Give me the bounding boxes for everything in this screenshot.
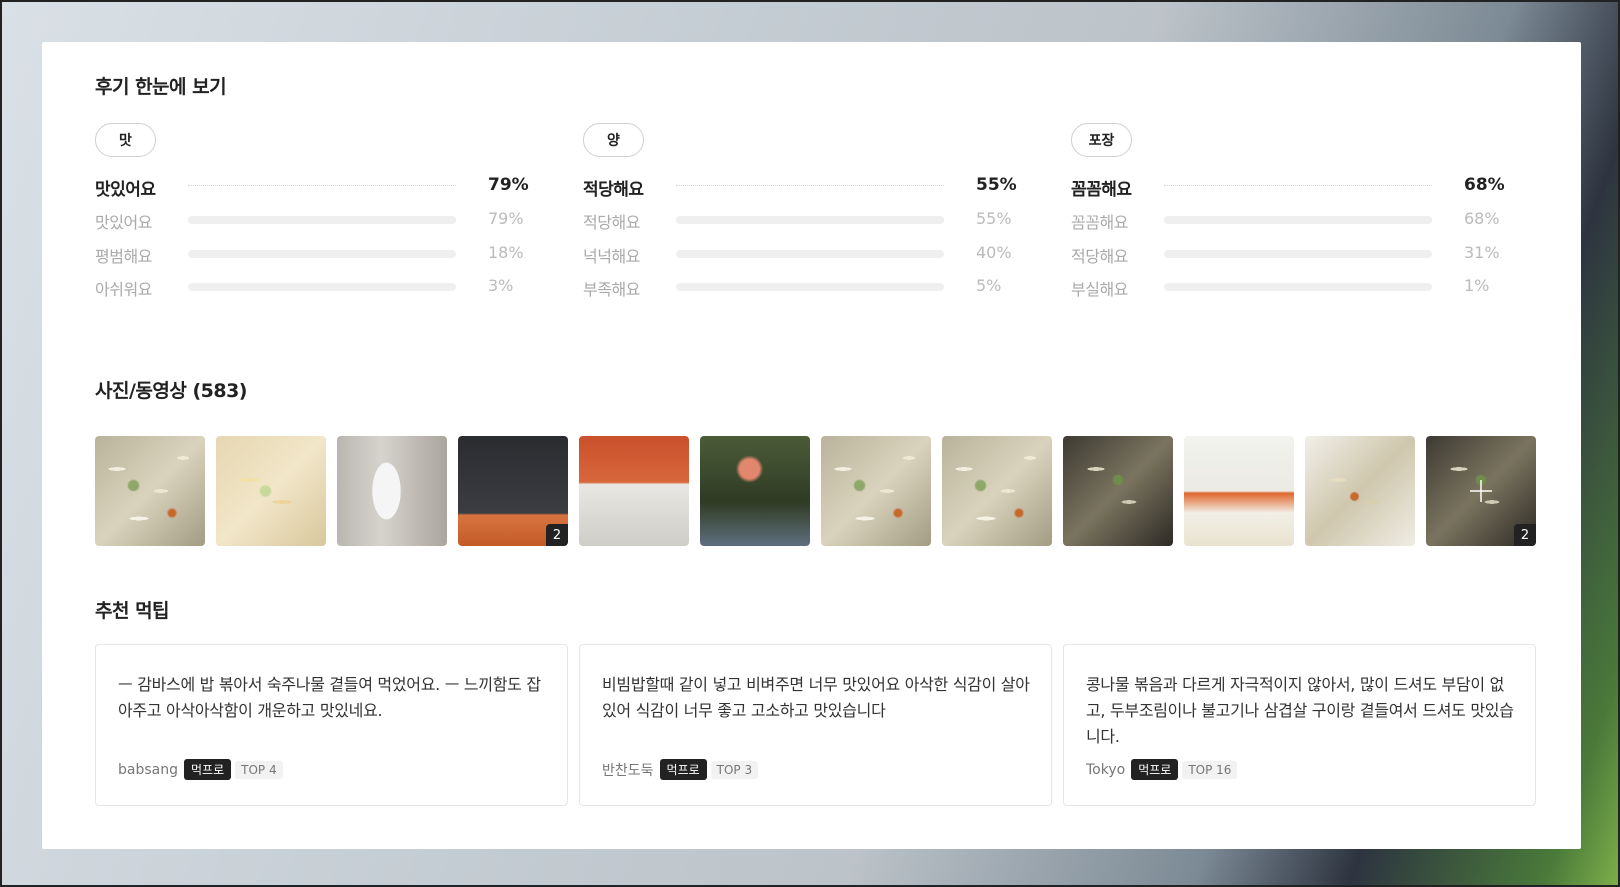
summary-row: 넉넉해요 40% — [583, 241, 1013, 266]
summary-col-taste: 맛 맛있어요 79% 맛있어요 79% 평범해요 18% 아쉬워요 3% — [95, 123, 529, 323]
pro-badge: 먹프로 — [659, 759, 707, 780]
summary-col-package: 포장 꼼꼼해요 68% 꼼꼼해요 68% 적당해요 31% 부실해요 1% — [1071, 123, 1505, 323]
summary-row: 평범해요 18% — [95, 241, 525, 266]
photo-count-badge: 2 — [546, 524, 568, 546]
summary-row-pct: 5% — [976, 276, 1002, 295]
rank-badge: TOP 16 — [1182, 760, 1238, 779]
summary-row: 맛있어요 79% — [95, 207, 525, 232]
summary-top-pct: 55% — [976, 175, 1017, 195]
photo-thumb[interactable] — [1184, 436, 1294, 546]
summary-top-label: 적당해요 — [583, 180, 644, 200]
summary-top-pct: 79% — [488, 175, 529, 195]
progress-track — [676, 250, 944, 258]
summary-row-label: 적당해요 — [583, 213, 640, 232]
tip-meta: 반찬도둑 먹프로 TOP 3 — [602, 759, 759, 780]
summary-row-pct: 1% — [1464, 276, 1490, 295]
summary-top-row: 적당해요 55% — [583, 173, 1017, 200]
rank-badge: TOP 4 — [235, 760, 283, 779]
summary-row: 아쉬워요 3% — [95, 274, 525, 299]
summary-row-label: 맛있어요 — [95, 213, 152, 232]
photo-thumb[interactable] — [1063, 436, 1173, 546]
summary-row: 부족해요 5% — [583, 274, 1013, 299]
tip-meta: babsang 먹프로 TOP 4 — [118, 759, 283, 780]
summary-top-label: 맛있어요 — [95, 180, 156, 200]
progress-track — [1164, 250, 1432, 258]
dotted-divider — [676, 185, 944, 186]
progress-track — [676, 283, 944, 291]
photo-thumb[interactable] — [1305, 436, 1415, 546]
pro-badge: 먹프로 — [1131, 759, 1179, 780]
tips-title: 추천 먹팁 — [95, 600, 170, 622]
photo-more-thumb[interactable]: 2 — [1426, 436, 1536, 546]
dotted-divider — [1164, 185, 1432, 186]
summary-row-label: 평범해요 — [95, 247, 152, 266]
photo-thumb[interactable]: 2 — [458, 436, 568, 546]
photo-thumb[interactable] — [337, 436, 447, 546]
summary-pill: 포장 — [1071, 123, 1132, 157]
photo-thumb[interactable] — [942, 436, 1052, 546]
summary-pill: 맛 — [95, 123, 156, 157]
summary-row-label: 적당해요 — [1071, 247, 1128, 266]
tip-author: 반찬도둑 — [602, 762, 654, 779]
summary-row-label: 부실해요 — [1071, 280, 1128, 299]
summary-row: 부실해요 1% — [1071, 274, 1501, 299]
photo-thumb[interactable] — [700, 436, 810, 546]
rank-badge: TOP 3 — [710, 760, 759, 779]
summary-row-pct: 79% — [488, 209, 524, 228]
review-card: 후기 한눈에 보기 맛 맛있어요 79% 맛있어요 79% 평범해요 18% 아… — [42, 42, 1581, 849]
summary-top-label: 꼼꼼해요 — [1071, 180, 1132, 200]
summary-row-pct: 3% — [488, 276, 514, 295]
tip-card[interactable]: 비빔밥할때 같이 넣고 비벼주면 너무 맛있어요 아삭한 식감이 살아있어 식감… — [579, 644, 1052, 806]
summary-row-label: 부족해요 — [583, 280, 640, 299]
progress-track — [1164, 283, 1432, 291]
tip-card[interactable]: ㅡ 감바스에 밥 볶아서 숙주나물 곁들여 먹었어요. ㅡ 느끼함도 잡아주고 … — [95, 644, 568, 806]
summary-row-label: 꼼꼼해요 — [1071, 213, 1128, 232]
dotted-divider — [188, 185, 456, 186]
summary-row-pct: 68% — [1464, 209, 1500, 228]
summary-col-amount: 양 적당해요 55% 적당해요 55% 넉넉해요 40% 부족해요 5% — [583, 123, 1017, 323]
summary-row-pct: 55% — [976, 209, 1012, 228]
tip-text: 비빔밥할때 같이 넣고 비벼주면 너무 맛있어요 아삭한 식감이 살아있어 식감… — [602, 675, 1030, 720]
summary-top-row: 꼼꼼해요 68% — [1071, 173, 1505, 200]
photo-thumb[interactable] — [821, 436, 931, 546]
summary-row-pct: 18% — [488, 243, 524, 262]
review-summary: 맛 맛있어요 79% 맛있어요 79% 평범해요 18% 아쉬워요 3% 양 적… — [95, 123, 1535, 323]
summary-row-label: 아쉬워요 — [95, 280, 152, 299]
progress-track — [188, 216, 456, 224]
tip-text: 콩나물 볶음과 다르게 자극적이지 않아서, 많이 드셔도 부담이 없고, 두부… — [1086, 675, 1514, 746]
summary-row-pct: 40% — [976, 243, 1012, 262]
summary-row: 적당해요 55% — [583, 207, 1013, 232]
progress-track — [1164, 216, 1432, 224]
tip-author: Tokyo — [1086, 761, 1126, 778]
summary-pill: 양 — [583, 123, 644, 157]
photo-thumb[interactable] — [216, 436, 326, 546]
progress-track — [188, 250, 456, 258]
photo-thumb[interactable] — [95, 436, 205, 546]
pro-badge: 먹프로 — [184, 759, 232, 780]
tip-text: ㅡ 감바스에 밥 볶아서 숙주나물 곁들여 먹었어요. ㅡ 느끼함도 잡아주고 … — [118, 675, 541, 720]
progress-track — [676, 216, 944, 224]
summary-top-row: 맛있어요 79% — [95, 173, 529, 200]
photo-thumb[interactable] — [579, 436, 689, 546]
tip-author: babsang — [118, 761, 178, 778]
summary-title: 후기 한눈에 보기 — [95, 76, 227, 98]
photo-count-badge: 2 — [1514, 524, 1536, 546]
tip-meta: Tokyo 먹프로 TOP 16 — [1086, 759, 1238, 780]
summary-row-pct: 31% — [1464, 243, 1500, 262]
summary-row: 적당해요 31% — [1071, 241, 1501, 266]
tip-card[interactable]: 콩나물 볶음과 다르게 자극적이지 않아서, 많이 드셔도 부담이 없고, 두부… — [1063, 644, 1536, 806]
summary-top-pct: 68% — [1464, 175, 1505, 195]
summary-row: 꼼꼼해요 68% — [1071, 207, 1501, 232]
photos-title: 사진/동영상 (583) — [95, 380, 247, 402]
progress-track — [188, 283, 456, 291]
tips-list: ㅡ 감바스에 밥 볶아서 숙주나물 곁들여 먹었어요. ㅡ 느끼함도 잡아주고 … — [95, 644, 1536, 806]
summary-row-label: 넉넉해요 — [583, 247, 640, 266]
photo-strip: 22 — [95, 436, 1536, 546]
